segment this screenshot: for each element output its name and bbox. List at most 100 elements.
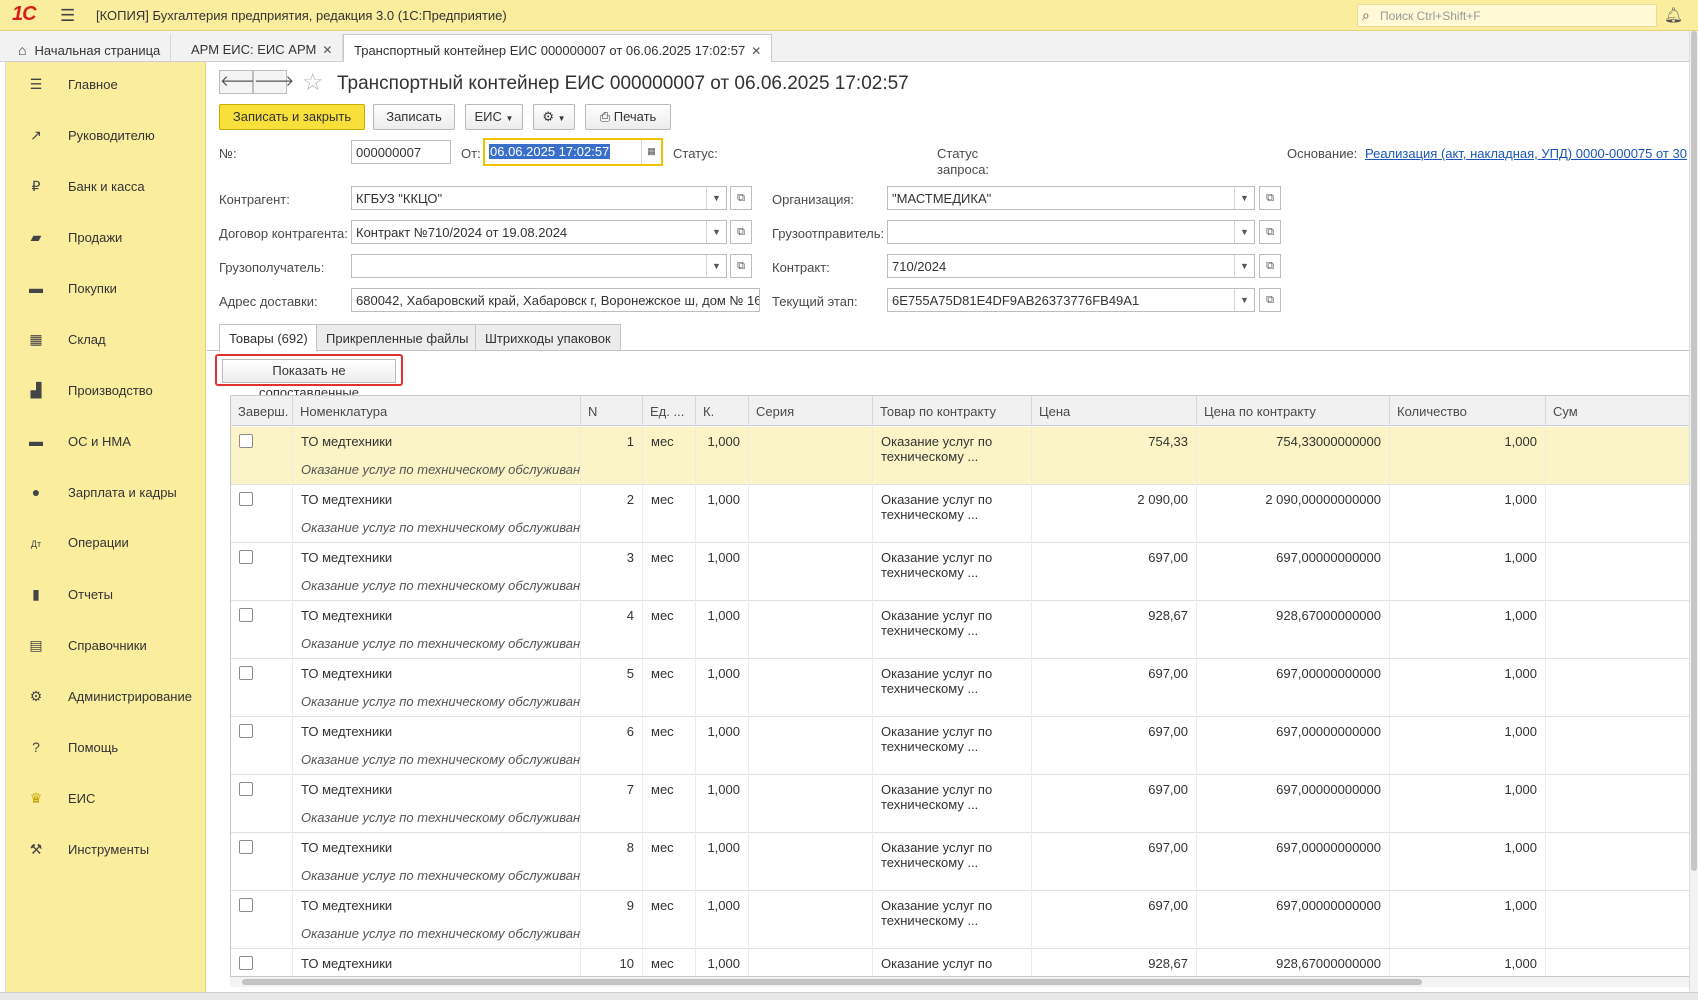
show-unmatched-button[interactable]: Показать не сопоставленные (222, 359, 396, 400)
table-cell[interactable]: Оказание услуг по техническому ... (873, 543, 1032, 601)
column-header[interactable]: Цена по контракту (1197, 396, 1390, 426)
completed-checkbox[interactable] (239, 724, 253, 738)
column-header[interactable]: N (581, 396, 643, 426)
table-cell[interactable] (1546, 427, 1689, 485)
table-cell[interactable] (749, 891, 873, 949)
table-row[interactable]: ТО медтехники Оказание услуг по техническ… (231, 601, 1689, 659)
table-cell[interactable]: ТО медтехники Оказание услуг по техническ… (293, 833, 581, 891)
table-cell[interactable]: 1,000 (1390, 601, 1546, 659)
table-cell[interactable]: 1,000 (696, 601, 749, 659)
consignee-field[interactable]: ▼ (351, 254, 727, 278)
sidebar-item-warehouse[interactable]: ▦ Склад (26, 331, 105, 355)
table-cell[interactable]: ТО медтехники Оказание услуг по техническ… (293, 891, 581, 949)
table-cell[interactable] (231, 717, 293, 775)
sidebar-item-manager[interactable]: ↗ Руководителю (26, 127, 155, 151)
table-cell[interactable]: 10 (581, 949, 643, 976)
table-cell[interactable]: 9 (581, 891, 643, 949)
counterparty-field[interactable]: КГБУЗ "ККЦО" ▼ (351, 186, 727, 210)
open-icon[interactable]: ⧉ (730, 186, 752, 210)
save-and-close-button[interactable]: Записать и закрыть (219, 104, 365, 130)
horizontal-scrollbar[interactable] (230, 977, 1689, 987)
close-icon[interactable]: ✕ (322, 43, 332, 57)
table-cell[interactable]: 1,000 (696, 775, 749, 833)
completed-checkbox[interactable] (239, 434, 253, 448)
table-cell[interactable]: ТО медтехники Оказание услуг по техническ… (293, 775, 581, 833)
vertical-scrollbar[interactable] (1689, 31, 1698, 992)
table-row[interactable]: ТО медтехники Оказание услуг по техническ… (231, 427, 1689, 485)
open-icon[interactable]: ⧉ (1259, 186, 1281, 210)
table-cell[interactable] (231, 891, 293, 949)
table-cell[interactable]: ТО медтехники Оказание услуг по техническ… (293, 427, 581, 485)
completed-checkbox[interactable] (239, 898, 253, 912)
address-field[interactable]: 680042, Хабаровский край, Хабаровск г, В… (351, 288, 760, 312)
table-cell[interactable]: 2 090,00 (1032, 485, 1197, 543)
table-cell[interactable] (1546, 543, 1689, 601)
sidebar-item-bank[interactable]: ₽ Банк и касса (26, 178, 145, 202)
main-menu-icon[interactable]: ☰ (60, 6, 75, 26)
table-cell[interactable]: Оказание услуг по техническому ... (873, 485, 1032, 543)
table-row[interactable]: ТО медтехники Оказание услуг по техническ… (231, 543, 1689, 601)
table-cell[interactable] (231, 659, 293, 717)
open-icon[interactable]: ⧉ (1259, 220, 1281, 244)
table-cell[interactable] (749, 717, 873, 775)
chevron-down-icon[interactable]: ▼ (706, 221, 726, 243)
completed-checkbox[interactable] (239, 840, 253, 854)
table-cell[interactable]: 697,00000000000 (1197, 775, 1390, 833)
column-header[interactable]: К. (696, 396, 749, 426)
table-cell[interactable]: 697,00 (1032, 891, 1197, 949)
table-row[interactable]: ТО медтехники Оказание услуг по техническ… (231, 833, 1689, 891)
table-cell[interactable]: 1,000 (1390, 833, 1546, 891)
sidebar-item-production[interactable]: ▟ Производство (26, 382, 153, 406)
open-icon[interactable]: ⧉ (730, 220, 752, 244)
table-cell[interactable]: мес (643, 659, 696, 717)
table-cell[interactable] (749, 833, 873, 891)
table-cell[interactable] (749, 949, 873, 976)
scroll-thumb[interactable] (1691, 31, 1697, 871)
org-field[interactable]: "МАСТМЕДИКА" ▼ (887, 186, 1255, 210)
chevron-down-icon[interactable]: ▼ (1234, 221, 1254, 243)
completed-checkbox[interactable] (239, 492, 253, 506)
table-cell[interactable]: 1,000 (1390, 543, 1546, 601)
global-search-input[interactable]: ⌕ Поиск Ctrl+Shift+F (1357, 4, 1657, 27)
tab-transport-container[interactable]: Транспортный контейнер ЕИС 000000007 от … (343, 34, 773, 63)
table-cell[interactable] (749, 601, 873, 659)
open-icon[interactable]: ⧉ (1259, 254, 1281, 278)
table-cell[interactable]: 1,000 (696, 485, 749, 543)
table-row[interactable]: ТО медтехники Оказание услуг по техническ… (231, 717, 1689, 775)
table-cell[interactable]: Оказание услуг по техническому ... (873, 775, 1032, 833)
table-cell[interactable]: 697,00000000000 (1197, 659, 1390, 717)
table-cell[interactable] (231, 427, 293, 485)
completed-checkbox[interactable] (239, 550, 253, 564)
table-cell[interactable]: 697,00 (1032, 543, 1197, 601)
chevron-down-icon[interactable]: ▼ (1234, 255, 1254, 277)
number-field[interactable]: 000000007 (351, 140, 451, 164)
table-cell[interactable]: 1,000 (1390, 485, 1546, 543)
save-button[interactable]: Записать (373, 104, 455, 130)
completed-checkbox[interactable] (239, 956, 253, 970)
favorite-star-icon[interactable]: ☆ (302, 68, 324, 97)
table-cell[interactable]: 1,000 (696, 949, 749, 976)
table-cell[interactable] (1546, 949, 1689, 976)
forward-button[interactable]: 🡒 (253, 70, 294, 94)
table-cell[interactable] (749, 659, 873, 717)
table-cell[interactable]: 697,00 (1032, 717, 1197, 775)
table-cell[interactable] (231, 833, 293, 891)
table-cell[interactable]: 754,33 (1032, 427, 1197, 485)
table-cell[interactable]: 1,000 (696, 717, 749, 775)
app-logo[interactable]: 1С (12, 3, 37, 26)
table-cell[interactable]: мес (643, 427, 696, 485)
tab-goods[interactable]: Товары (692) (219, 324, 318, 352)
table-cell[interactable]: 754,33000000000 (1197, 427, 1390, 485)
table-cell[interactable]: 697,00 (1032, 775, 1197, 833)
tab-attached-files[interactable]: Прикрепленные файлы (316, 324, 479, 351)
table-cell[interactable]: 1,000 (696, 891, 749, 949)
table-cell[interactable]: Оказание услуг по техническому ... (873, 833, 1032, 891)
sidebar-item-tools[interactable]: ⚒ Инструменты (26, 841, 149, 865)
table-cell[interactable]: 697,00000000000 (1197, 543, 1390, 601)
basis-link[interactable]: Реализация (акт, накладная, УПД) 0000-00… (1365, 146, 1687, 161)
table-cell[interactable]: 697,00000000000 (1197, 717, 1390, 775)
table-cell[interactable]: 928,67000000000 (1197, 949, 1390, 976)
back-button[interactable]: 🡐 (219, 70, 260, 94)
table-cell[interactable]: мес (643, 891, 696, 949)
table-cell[interactable]: Оказание услуг по (873, 949, 1032, 976)
